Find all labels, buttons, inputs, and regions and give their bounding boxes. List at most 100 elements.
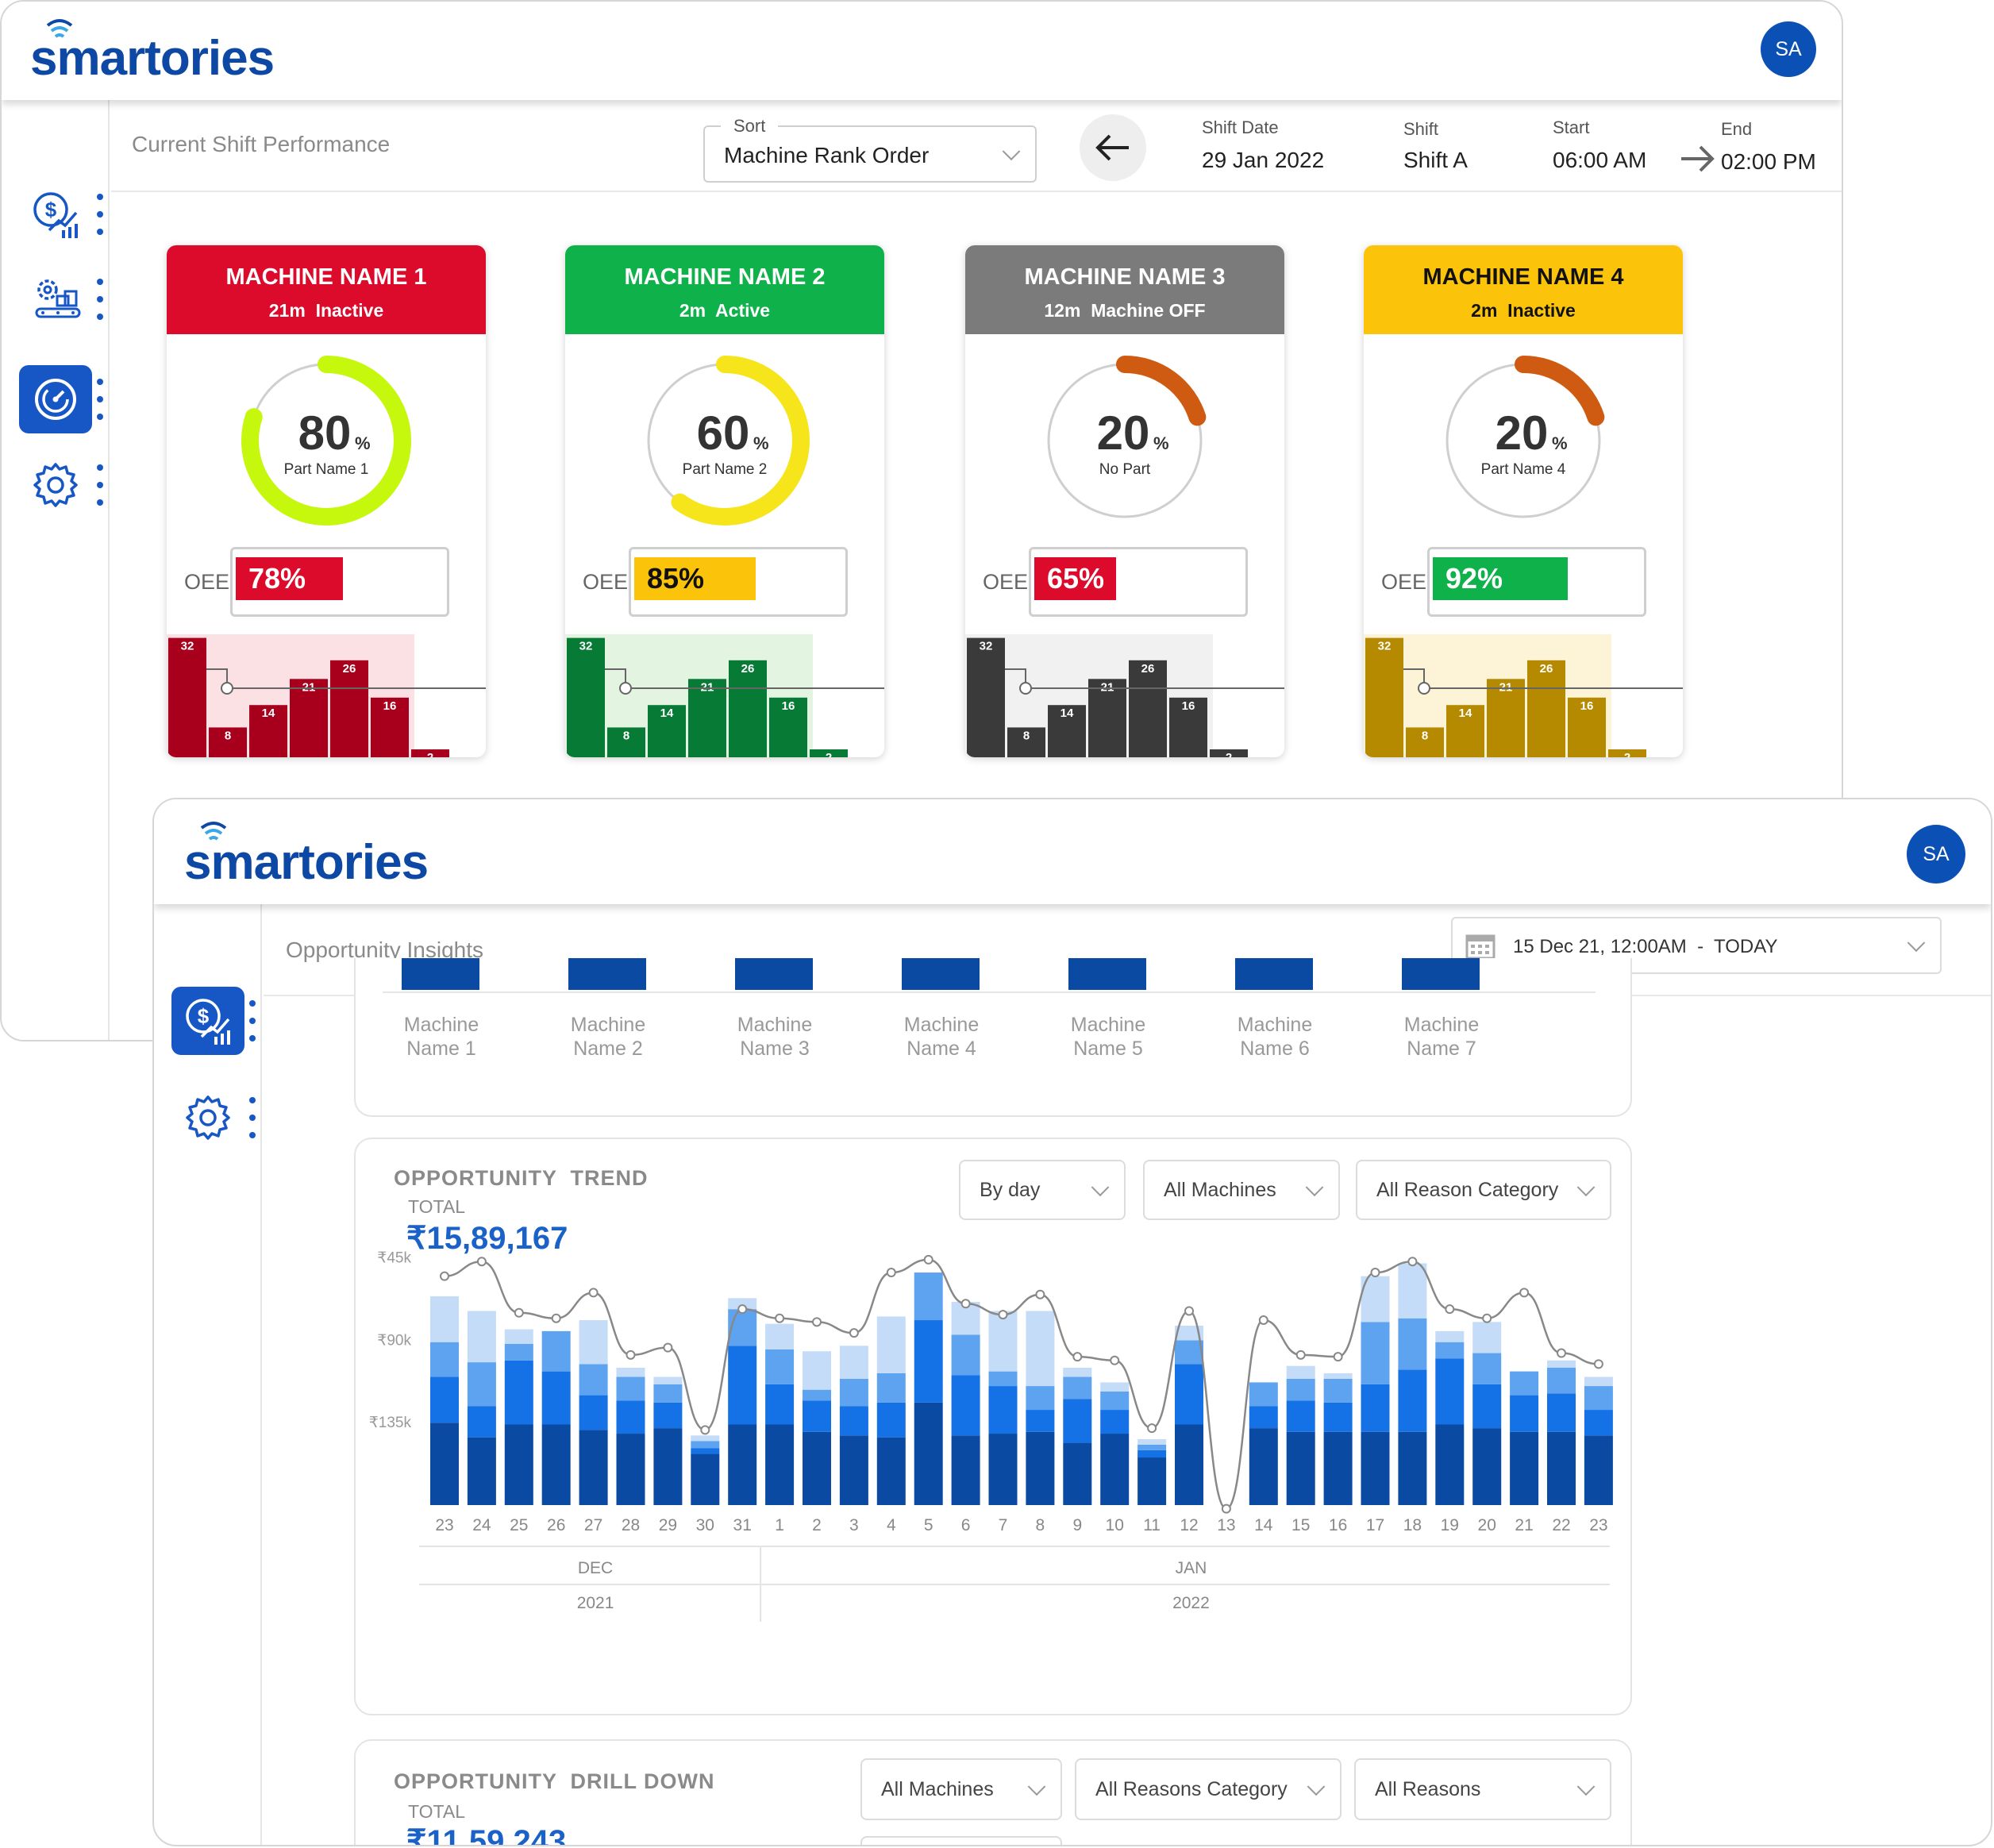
drill-title: OPPORTUNITY DRILL DOWN: [394, 1769, 715, 1793]
trend-bar-segment: [1100, 1434, 1130, 1505]
chevron-down-icon: [1307, 1777, 1326, 1796]
end-label: End: [1721, 119, 1753, 139]
sidebar-item-settings[interactable]: [19, 451, 92, 519]
sidebar-item-cost-chart[interactable]: $: [171, 987, 244, 1055]
arrow-right-icon: [1681, 145, 1715, 172]
more-options-icon[interactable]: [97, 464, 103, 506]
x-month-label: JAN: [1176, 1559, 1207, 1577]
x-tick-label: 28: [622, 1516, 640, 1534]
x-tick-label: 8: [1036, 1516, 1045, 1534]
machine-name: MACHINE NAME 3: [1024, 264, 1226, 290]
x-tick-label: 20: [1478, 1516, 1496, 1534]
more-options-icon[interactable]: [249, 1097, 256, 1138]
trend-bar-segment: [988, 1434, 1018, 1505]
more-options-icon[interactable]: [97, 194, 103, 235]
more-options-icon[interactable]: [97, 379, 103, 420]
x-tick-label: 13: [1217, 1516, 1235, 1534]
machine-card[interactable]: MACHINE NAME 4 2m Inactive 20% Part Name 4 O…: [1364, 245, 1683, 757]
reason-category-dropdown[interactable]: All Reason Category: [1356, 1160, 1611, 1220]
machine-status: 12m Machine OFF: [1044, 300, 1206, 321]
sidebar-item-factory-gear[interactable]: [19, 265, 92, 333]
sidebar-item-settings[interactable]: [171, 1084, 244, 1152]
pareto-bar-label: 32: [181, 640, 194, 653]
trend-bar-segment: [1472, 1322, 1502, 1353]
machine-card[interactable]: MACHINE NAME 1 21m Inactive 80% Part Name 1…: [167, 245, 486, 757]
trend-line-point: [1184, 1306, 1194, 1316]
end-value: 02:00 PM: [1721, 149, 1816, 174]
pareto-marker: [1418, 682, 1430, 695]
trend-bar-segment: [1361, 1322, 1390, 1384]
chevron-down-icon: [1907, 934, 1926, 953]
x-tick-label: 21: [1515, 1516, 1533, 1534]
opportunity-insights-window: smartories SA Opportunity Insights 15 De…: [152, 798, 1992, 1846]
trend-line-point: [700, 1425, 710, 1435]
trend-bar-segment: [430, 1296, 459, 1342]
machine-label: Machine: [403, 1014, 479, 1036]
drill-reasons-dropdown[interactable]: All Reasons: [1354, 1758, 1611, 1820]
x-tick-label: 17: [1366, 1516, 1384, 1534]
trend-line-point: [514, 1307, 524, 1318]
sort-dropdown[interactable]: Sort Machine Rank Order: [703, 116, 1037, 183]
pareto-bar-label: 21: [302, 680, 316, 694]
trend-bar-segment: [1435, 1424, 1465, 1505]
trend-bar-segment: [1435, 1330, 1465, 1342]
trend-title: OPPORTUNITY TREND: [394, 1166, 649, 1190]
trend-bar-segment: [1286, 1378, 1315, 1401]
pareto-bar-label: 21: [1101, 680, 1114, 694]
sidebar-item-gauge[interactable]: [19, 365, 92, 433]
settings-icon: [33, 463, 78, 507]
back-button[interactable]: [1080, 114, 1146, 181]
pareto-bar-label: 16: [1580, 699, 1594, 713]
x-tick-label: 9: [1072, 1516, 1082, 1534]
trend-bar-segment: [988, 1371, 1018, 1387]
x-tick-label: 16: [1329, 1516, 1347, 1534]
machine-label: Machine: [903, 1014, 980, 1036]
machine-label: Name 1: [406, 1038, 476, 1060]
trend-bar-segment: [616, 1368, 645, 1377]
machines-dropdown[interactable]: All Machines: [1143, 1160, 1340, 1220]
pareto-bar-label: 8: [1023, 729, 1030, 742]
trend-line-point: [775, 1313, 785, 1323]
user-avatar[interactable]: SA: [1761, 21, 1816, 77]
trend-bar-segment: [1472, 1428, 1502, 1505]
trend-bar-segment: [1026, 1386, 1055, 1411]
trend-bar-segment: [1435, 1358, 1465, 1425]
machine-card[interactable]: MACHINE NAME 2 2m Active 60% Part Name 2 OEE…: [565, 245, 884, 757]
oee-bar: 85%: [629, 547, 848, 617]
trend-line-point: [1407, 1257, 1418, 1267]
machine-card[interactable]: MACHINE NAME 3 12m Machine OFF 20% No Part O…: [965, 245, 1284, 757]
drill-reasons-category-dropdown[interactable]: All Reasons Category: [1075, 1758, 1342, 1820]
x-tick-label: 23: [1589, 1516, 1607, 1534]
trend-bar-segment: [1361, 1384, 1390, 1432]
trend-total-label: TOTAL: [408, 1196, 465, 1217]
trend-bar-segment: [579, 1430, 608, 1505]
x-tick-label: 27: [584, 1516, 602, 1534]
trend-bar-segment: [504, 1344, 533, 1361]
pareto-bar-label: 2: [1226, 751, 1232, 757]
x-tick-label: 29: [659, 1516, 677, 1534]
drill-machines-dropdown[interactable]: All Machines: [860, 1758, 1062, 1820]
machine-label: Name 6: [1240, 1038, 1310, 1060]
downtime-pareto-chart: 32 8 14 21 26 16 2: [167, 634, 486, 757]
machine-name: MACHINE NAME 2: [624, 264, 826, 290]
pareto-bar: [168, 637, 206, 757]
period-dropdown[interactable]: By day: [959, 1160, 1126, 1220]
oee-row: OEE 65%: [983, 547, 1248, 617]
trend-bar-segment: [1286, 1365, 1315, 1379]
sidebar-item-cost-chart[interactable]: $: [19, 180, 92, 248]
machine-label: Name 2: [573, 1038, 643, 1060]
more-options-icon[interactable]: [249, 1000, 256, 1041]
oee-label: OEE: [583, 569, 629, 594]
trend-line-point: [476, 1257, 487, 1267]
card-header: MACHINE NAME 1 21m Inactive: [167, 245, 486, 334]
utilization-gauge: 20 %No Part: [1040, 356, 1210, 526]
user-avatar[interactable]: SA: [1907, 825, 1965, 884]
more-options-icon[interactable]: [97, 279, 103, 320]
factory-gear-icon: [35, 279, 81, 318]
cost-chart-icon: $: [186, 999, 230, 1045]
pareto-marker: [1019, 682, 1032, 695]
drill-extra-dropdown[interactable]: [860, 1836, 1062, 1845]
machine-opportunity-bar: [1402, 958, 1480, 990]
oee-label: OEE: [983, 569, 1029, 594]
trend-bar-segment: [541, 1424, 571, 1505]
